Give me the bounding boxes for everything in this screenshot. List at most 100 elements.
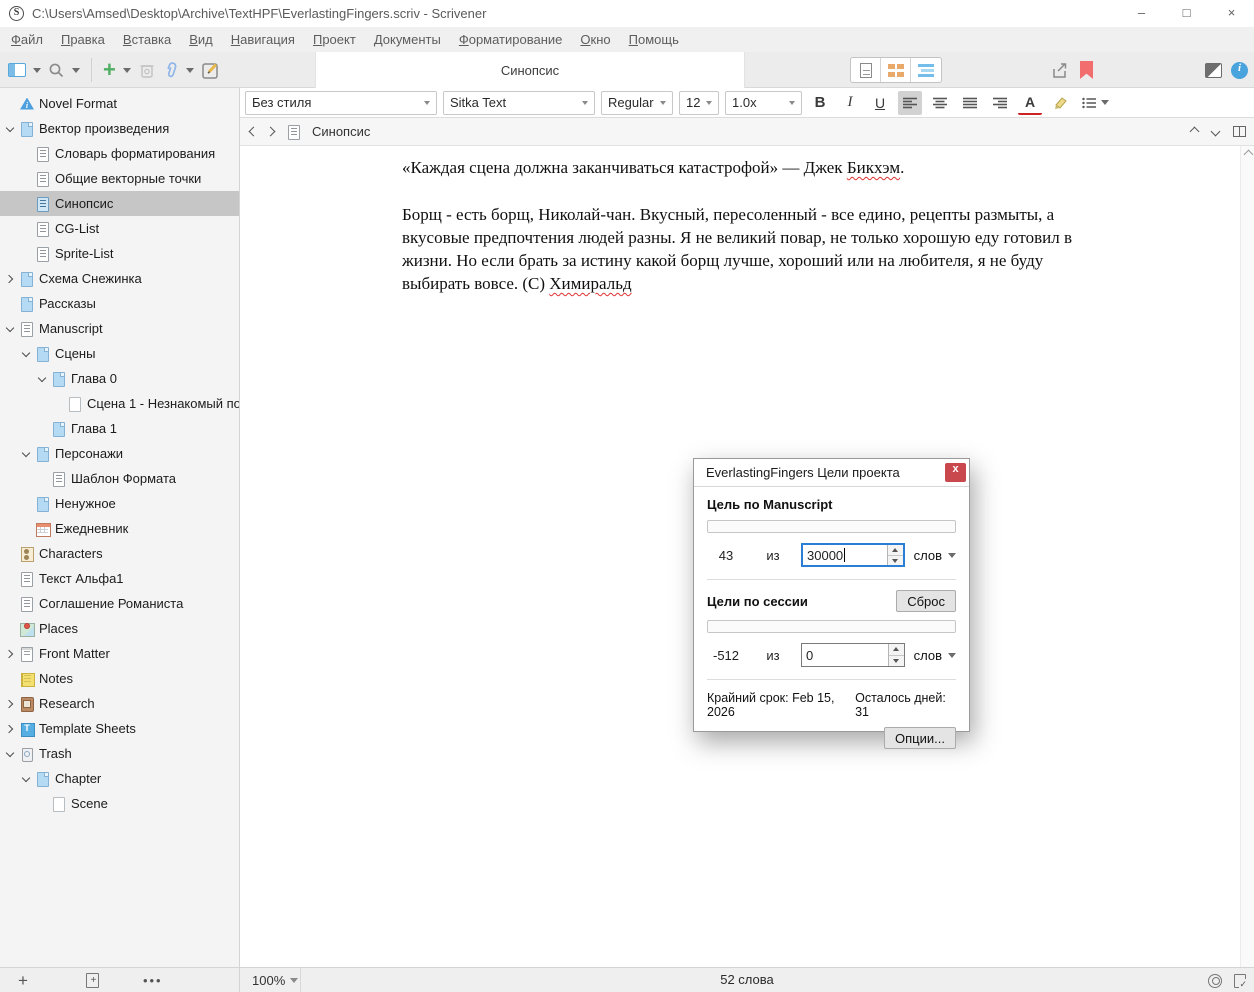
binder-item[interactable]: Вектор произведения (0, 116, 239, 141)
current-document-tab[interactable]: Синопсис (315, 52, 745, 88)
binder-item[interactable]: Characters (0, 541, 239, 566)
italic-button[interactable]: I (838, 91, 862, 115)
add-document-icon[interactable]: + (18, 971, 28, 991)
paperclip-dropdown-icon[interactable] (185, 67, 194, 73)
forward-button[interactable] (265, 126, 276, 137)
binder-item[interactable]: CG-List (0, 216, 239, 241)
binder-item[interactable]: Текст Альфа1 (0, 566, 239, 591)
expander-right-icon[interactable] (5, 724, 15, 734)
binder-item[interactable]: Sprite-List (0, 241, 239, 266)
text-color-button[interactable]: A (1018, 91, 1042, 115)
spin-down-button[interactable] (888, 556, 903, 566)
zoom-control[interactable]: 100% (252, 968, 299, 992)
menu-window[interactable]: Окно (571, 27, 619, 52)
binder-item[interactable]: Ненужное (0, 491, 239, 516)
line-spacing-dropdown[interactable]: 1.0x (725, 90, 802, 115)
expander-down-icon[interactable] (5, 124, 15, 134)
manuscript-target-input[interactable]: 30000 (801, 543, 905, 567)
search-dropdown-icon[interactable] (72, 67, 80, 73)
binder-item[interactable]: Словарь форматирования (0, 141, 239, 166)
add-from-template-icon[interactable] (85, 973, 100, 988)
minimize-button[interactable]: – (1119, 0, 1164, 27)
expander-down-icon[interactable] (21, 449, 31, 459)
binder-item[interactable]: Manuscript (0, 316, 239, 341)
split-editor-button[interactable] (1233, 126, 1246, 137)
menu-file[interactable]: Файл (2, 27, 52, 52)
menu-help[interactable]: Помощь (620, 27, 688, 52)
compile-button[interactable] (1205, 52, 1222, 88)
next-document-button[interactable] (1210, 126, 1221, 137)
add-item-dropdown-icon[interactable] (122, 67, 131, 73)
menu-navigate[interactable]: Навигация (222, 27, 304, 52)
underline-button[interactable]: U (868, 91, 892, 115)
expander-down-icon[interactable] (37, 374, 47, 384)
menu-edit[interactable]: Правка (52, 27, 114, 52)
binder-item[interactable]: Research (0, 691, 239, 716)
session-target-input[interactable]: 0 (801, 643, 905, 667)
binder-item[interactable]: Глава 1 (0, 416, 239, 441)
binder-item[interactable]: Синопсис (0, 191, 239, 216)
binder-toggle-icon[interactable] (8, 63, 26, 77)
menu-format[interactable]: Форматирование (450, 27, 572, 52)
expander-right-icon[interactable] (5, 649, 15, 659)
binder-item[interactable]: Template Sheets (0, 716, 239, 741)
align-left-button[interactable] (898, 90, 922, 115)
binder-item[interactable]: Places (0, 616, 239, 641)
binder-item[interactable]: Сцены (0, 341, 239, 366)
align-right-button[interactable] (988, 91, 1012, 115)
align-center-button[interactable] (928, 91, 952, 115)
binder-item[interactable]: Шаблон Формата (0, 466, 239, 491)
search-icon[interactable] (48, 62, 65, 79)
menu-insert[interactable]: Вставка (114, 27, 180, 52)
options-button[interactable]: Опции... (884, 727, 956, 749)
document-status-icon[interactable] (1234, 973, 1247, 990)
font-dropdown[interactable]: Sitka Text (443, 90, 595, 115)
dialog-close-button[interactable]: x (945, 463, 966, 482)
view-mode-document-button[interactable] (851, 58, 881, 82)
binder-item[interactable]: Соглашение Романиста (0, 591, 239, 616)
inspector-button[interactable]: i (1231, 52, 1248, 88)
binder-item[interactable]: Сцена 1 - Незнакомый потолок (0, 391, 239, 416)
reset-button[interactable]: Сброс (896, 590, 956, 612)
binder-item[interactable]: Front Matter (0, 641, 239, 666)
spin-up-button[interactable] (889, 644, 904, 656)
editor-text[interactable]: «Каждая сцена должна заканчиваться катас… (402, 146, 1092, 295)
expander-down-icon[interactable] (5, 324, 15, 334)
bold-button[interactable]: B (808, 91, 832, 115)
spin-down-button[interactable] (889, 656, 904, 667)
binder-item[interactable]: Общие векторные точки (0, 166, 239, 191)
paperclip-icon[interactable] (163, 61, 179, 80)
menu-documents[interactable]: Документы (365, 27, 450, 52)
session-unit-dropdown[interactable]: слов (914, 648, 956, 663)
highlight-button[interactable] (1048, 91, 1072, 115)
binder-item[interactable]: Chapter (0, 766, 239, 791)
binder-item[interactable]: Ежедневник (0, 516, 239, 541)
back-button[interactable] (248, 126, 259, 137)
binder-item[interactable]: Trash (0, 741, 239, 766)
manuscript-unit-dropdown[interactable]: слов (914, 548, 956, 563)
font-weight-dropdown[interactable]: Regular (601, 90, 673, 115)
align-justify-button[interactable] (958, 91, 982, 115)
spin-up-button[interactable] (888, 545, 903, 556)
maximize-button[interactable]: □ (1164, 0, 1209, 27)
binder-item[interactable]: Notes (0, 666, 239, 691)
view-mode-corkboard-button[interactable] (881, 58, 911, 82)
binder-item[interactable]: Рассказы (0, 291, 239, 316)
expander-right-icon[interactable] (5, 274, 15, 284)
binder-toggle-dropdown-icon[interactable] (33, 67, 41, 73)
expander-down-icon[interactable] (5, 749, 15, 759)
view-mode-outline-button[interactable] (911, 58, 941, 82)
editor-scrollbar[interactable] (1240, 146, 1254, 967)
binder-item[interactable]: Novel Format (0, 91, 239, 116)
menu-view[interactable]: Вид (180, 27, 222, 52)
close-button[interactable]: × (1209, 0, 1254, 27)
expander-down-icon[interactable] (21, 349, 31, 359)
expander-down-icon[interactable] (21, 774, 31, 784)
list-button[interactable] (1078, 91, 1112, 115)
compose-icon[interactable] (201, 61, 220, 80)
binder-item[interactable]: Персонажи (0, 441, 239, 466)
dialog-title-bar[interactable]: EverlastingFingers Цели проекта x (694, 459, 969, 487)
binder-item[interactable]: Схема Снежинка (0, 266, 239, 291)
targets-icon[interactable] (1208, 973, 1222, 988)
style-dropdown[interactable]: Без стиля (245, 90, 437, 115)
